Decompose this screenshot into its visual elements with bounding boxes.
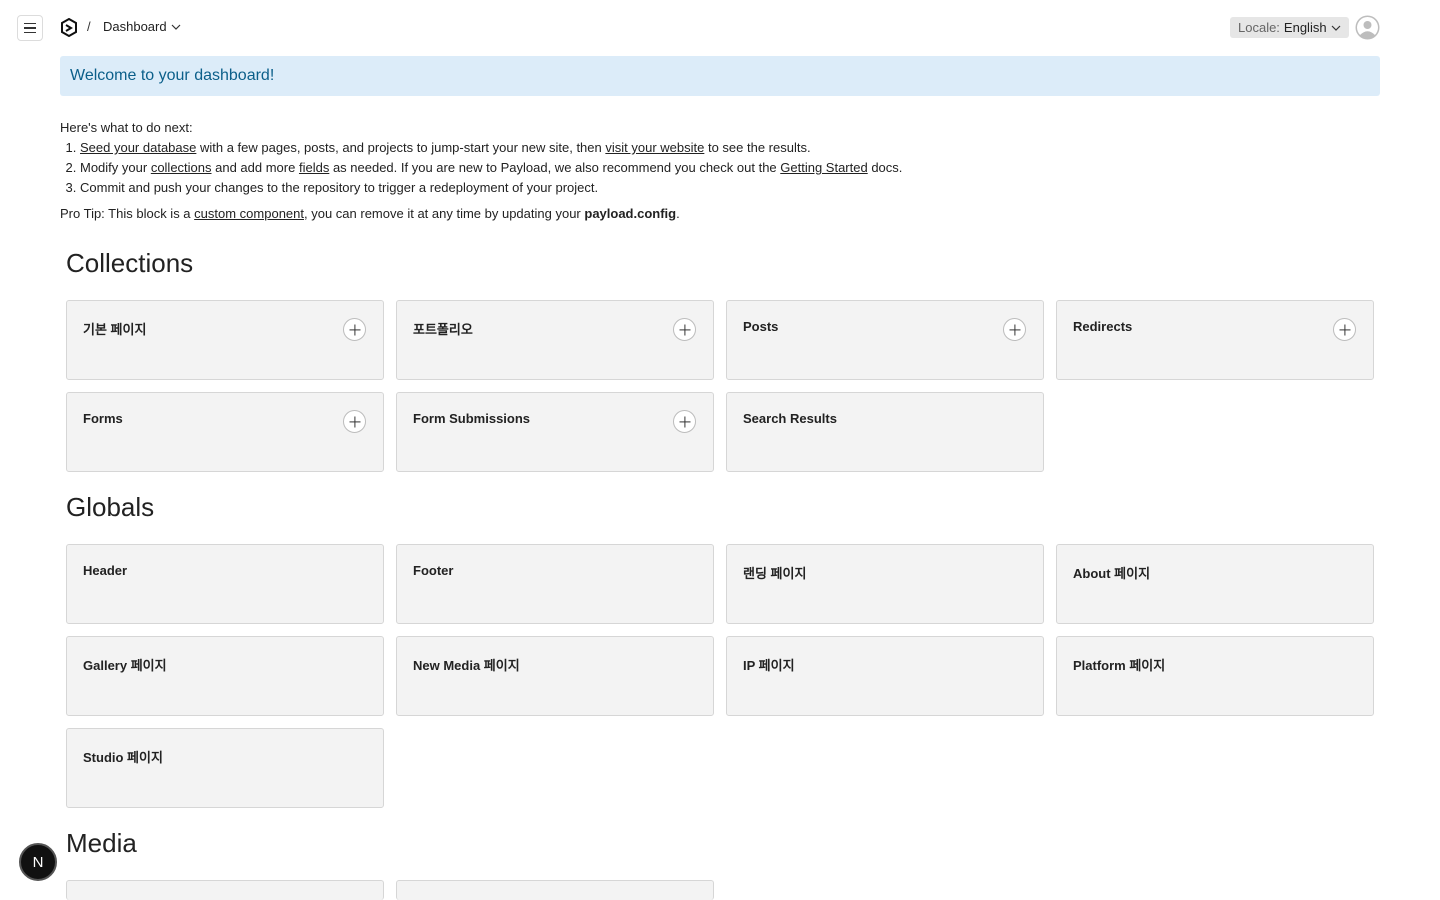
card-title: Search Results — [743, 411, 837, 426]
plus-icon[interactable] — [673, 318, 696, 341]
global-card[interactable]: Studio 페이지 — [66, 728, 384, 808]
hamburger-icon[interactable] — [17, 15, 43, 41]
card-title: Forms — [83, 411, 123, 426]
global-card[interactable]: New Media 페이지 — [396, 636, 714, 716]
plus-icon[interactable] — [343, 318, 366, 341]
locale-label: Locale: — [1238, 20, 1280, 35]
global-card[interactable]: IP 페이지 — [726, 636, 1044, 716]
card-title: Platform 페이지 — [1073, 658, 1166, 673]
card-title: Footer — [413, 563, 454, 578]
collection-card[interactable]: 포트폴리오 — [396, 300, 714, 380]
collection-card[interactable]: Forms — [66, 392, 384, 472]
global-card[interactable]: Gallery 페이지 — [66, 636, 384, 716]
media-heading: Media — [66, 828, 137, 858]
step-1: Seed your database with a few pages, pos… — [80, 138, 902, 158]
collection-card[interactable]: Redirects — [1056, 300, 1374, 380]
collection-card[interactable]: Posts — [726, 300, 1044, 380]
intro-heading: Here's what to do next: — [60, 120, 193, 135]
breadcrumb-label: Dashboard — [103, 19, 167, 34]
card-title: IP 페이지 — [743, 658, 795, 673]
card-title: 포트폴리오 — [413, 322, 473, 337]
plus-icon[interactable] — [1333, 318, 1356, 341]
intro-block: Here's what to do next: Seed your databa… — [60, 118, 902, 224]
step-2: Modify your collections and add more fie… — [80, 158, 902, 178]
media-card[interactable] — [66, 880, 384, 900]
breadcrumb-dashboard[interactable]: Dashboard — [103, 19, 181, 34]
user-avatar-icon[interactable] — [1355, 15, 1380, 40]
chevron-down-icon — [171, 24, 181, 30]
top-bar: / Dashboard Locale: English — [0, 0, 1440, 56]
card-title: Redirects — [1073, 319, 1133, 334]
fields-link[interactable]: fields — [299, 160, 329, 175]
globals-heading: Globals — [66, 492, 155, 522]
global-card[interactable]: 랜딩 페이지 — [726, 544, 1044, 624]
collections-heading: Collections — [66, 248, 194, 278]
card-title: 랜딩 페이지 — [743, 566, 807, 581]
welcome-banner: Welcome to your dashboard! — [60, 56, 1380, 96]
collection-card[interactable]: 기본 페이지 — [66, 300, 384, 380]
card-title: About 페이지 — [1073, 566, 1151, 581]
card-title: 기본 페이지 — [83, 322, 147, 337]
collections-link[interactable]: collections — [151, 160, 212, 175]
locale-value: English — [1283, 20, 1327, 35]
payload-logo-icon[interactable] — [60, 18, 78, 37]
collection-card[interactable]: Form Submissions — [396, 392, 714, 472]
card-title: Form Submissions — [413, 411, 531, 426]
breadcrumb-separator: / — [87, 19, 91, 34]
visit-website-link[interactable]: visit your website — [605, 140, 704, 155]
card-title: Posts — [743, 319, 779, 334]
global-card[interactable]: Platform 페이지 — [1056, 636, 1374, 716]
global-card[interactable]: Footer — [396, 544, 714, 624]
media-card[interactable] — [396, 880, 714, 900]
card-title: Header — [83, 563, 128, 578]
pro-tip: Pro Tip: This block is a custom componen… — [60, 206, 680, 221]
chevron-down-icon — [1331, 25, 1340, 31]
steps-list: Seed your database with a few pages, pos… — [80, 138, 902, 198]
card-title: Gallery 페이지 — [83, 658, 167, 673]
seed-database-link[interactable]: Seed your database — [80, 140, 196, 155]
collection-card[interactable]: Search Results — [726, 392, 1044, 472]
locale-selector[interactable]: Locale: English — [1230, 17, 1349, 38]
custom-component-link[interactable]: custom component — [194, 206, 304, 221]
badge-letter: N — [32, 853, 44, 871]
plus-icon[interactable] — [343, 410, 366, 433]
plus-icon[interactable] — [673, 410, 696, 433]
welcome-text: Welcome to your dashboard! — [70, 67, 275, 84]
card-title: New Media 페이지 — [413, 658, 520, 673]
nextjs-dev-badge[interactable]: N — [19, 843, 57, 881]
global-card[interactable]: About 페이지 — [1056, 544, 1374, 624]
card-title: Studio 페이지 — [83, 750, 163, 765]
step-3: Commit and push your changes to the repo… — [80, 178, 902, 198]
plus-icon[interactable] — [1003, 318, 1026, 341]
global-card[interactable]: Header — [66, 544, 384, 624]
getting-started-link[interactable]: Getting Started — [780, 160, 867, 175]
